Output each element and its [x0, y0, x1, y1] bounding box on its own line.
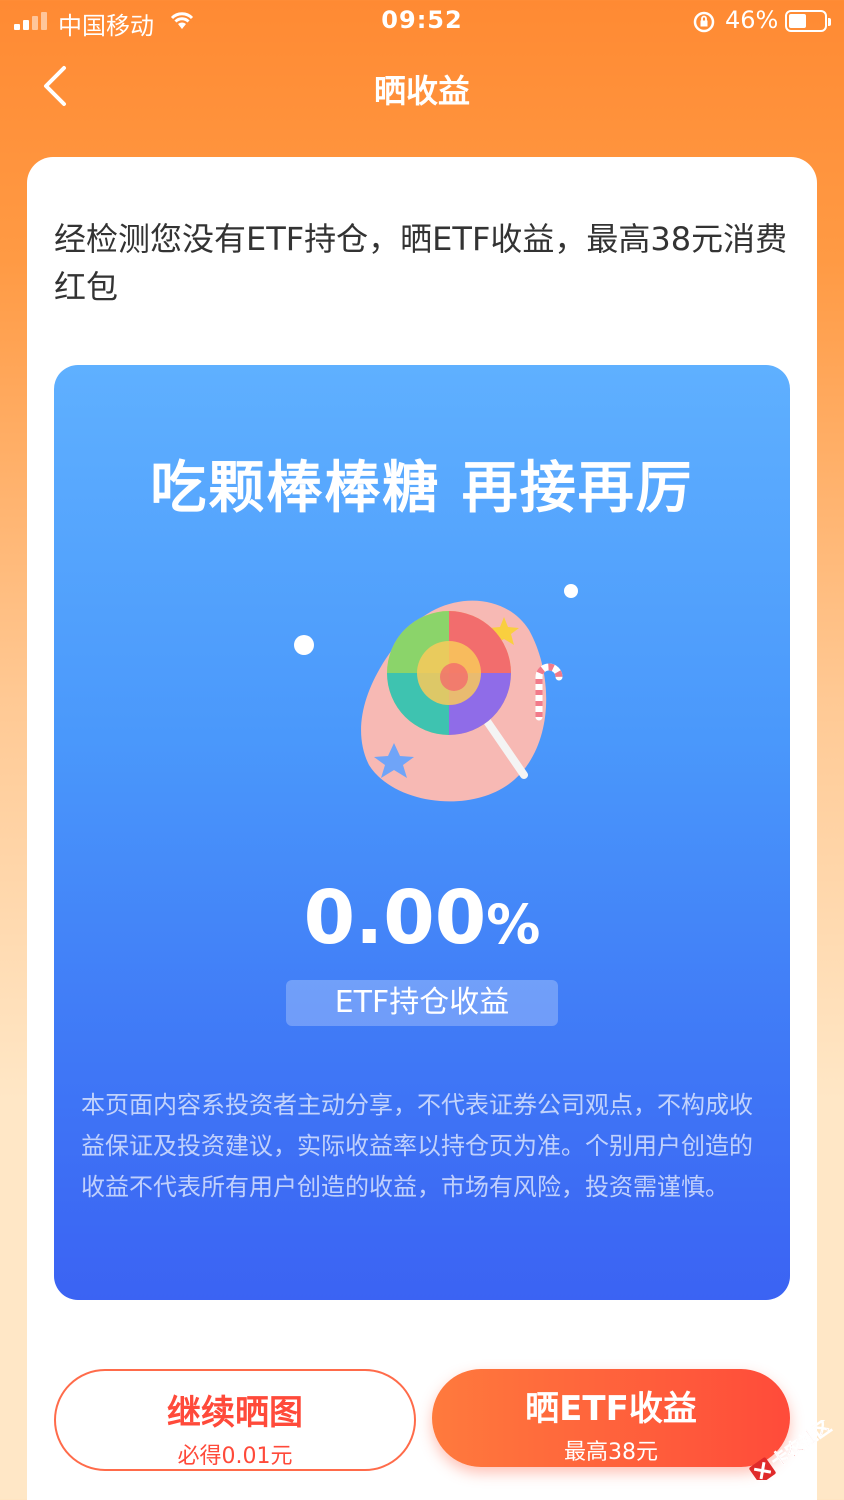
sparkle-dot-icon: [294, 635, 314, 655]
share-etf-reward: 最高38元: [564, 1440, 658, 1465]
profit-rate-unit: %: [486, 893, 541, 956]
share-panel: 吃颗棒棒糖 再接再厉 0.00% ETF持仓收益 本页面内容系投资者主动分享，不…: [54, 365, 790, 1300]
watermark-logo: 卡农社区: [749, 1420, 835, 1480]
continue-share-reward: 必得0.01元: [177, 1444, 293, 1469]
continue-share-label: 继续晒图: [167, 1393, 303, 1433]
content-card: 经检测您没有ETF持仓，晒ETF收益，最高38元消费红包 吃颗棒棒糖 再接再厉 …: [27, 157, 817, 1500]
no-holding-notice: 经检测您没有ETF持仓，晒ETF收益，最高38元消费红包: [54, 220, 788, 306]
continue-share-button[interactable]: 继续晒图 必得0.01元: [54, 1369, 416, 1471]
battery-percent: 46%: [725, 6, 779, 34]
watermark-text: 卡农社区: [767, 1420, 835, 1472]
battery-icon: [785, 10, 831, 32]
page-title: 晒收益: [373, 72, 470, 110]
sparkle-dot-icon: [564, 584, 578, 598]
status-time: 09:52: [381, 6, 463, 34]
risk-disclaimer: 本页面内容系投资者主动分享，不代表证券公司观点，不构成收益保证及投资建议，实际收…: [81, 1091, 753, 1201]
slogan: 吃颗棒棒糖 再接再厉: [150, 456, 694, 521]
profit-rate: 0.00%: [54, 875, 790, 961]
share-etf-label: 晒ETF收益: [525, 1389, 697, 1429]
lollipop-illustration: [294, 584, 578, 802]
share-etf-profit-button[interactable]: 晒ETF收益 最高38元: [432, 1369, 790, 1467]
profit-rate-label: ETF持仓收益: [286, 980, 558, 1026]
rotation-lock-icon: [692, 10, 716, 40]
profit-rate-value: 0.00: [303, 875, 487, 961]
status-bar: 中国移动 09:52 46%: [0, 0, 844, 44]
